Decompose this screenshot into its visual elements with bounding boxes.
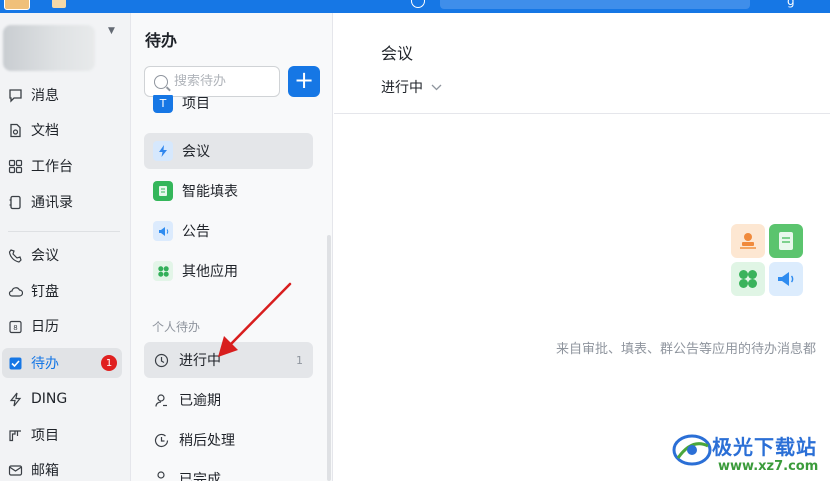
phone-icon (7, 247, 23, 263)
nav-label-ding: DING (31, 391, 68, 407)
person-icon (153, 392, 169, 408)
nav-label-todo: 待办 (31, 356, 59, 372)
nav-label-drive: 钉盘 (31, 284, 59, 300)
calendar-icon: 8 (7, 318, 23, 334)
nav-label-workbench: 工作台 (31, 159, 73, 175)
approval-stamp-icon (731, 224, 765, 258)
category-label-projects: 项目 (182, 96, 210, 112)
nav-item-calendar[interactable]: 8 日历 (0, 311, 122, 341)
profile-caret-icon[interactable]: ▼ (108, 26, 115, 36)
nav-label-contacts: 通讯录 (31, 195, 73, 211)
nav-item-workbench[interactable]: 工作台 (0, 151, 122, 181)
megaphone-icon (769, 262, 803, 296)
main-content: 会议 进行中 来自审批、填表、群公告等应用的待办消息都 (334, 13, 830, 481)
nav-divider (8, 231, 120, 232)
person-done-icon (153, 469, 169, 481)
nav-item-meetings[interactable]: 会议 (0, 240, 122, 270)
status-overdue[interactable]: 已逾期 (144, 382, 313, 418)
nav-item-drive[interactable]: 钉盘 (0, 276, 122, 306)
form-app-icon (153, 181, 173, 201)
category-smart-forms[interactable]: 智能填表 (144, 173, 313, 209)
empty-state-text: 来自审批、填表、群公告等应用的待办消息都 (556, 342, 817, 357)
app-logo (4, 0, 30, 10)
document-icon (7, 122, 23, 138)
contacts-icon (7, 194, 23, 210)
checkbox-icon (7, 355, 23, 371)
apps-grid-icon (731, 262, 765, 296)
status-completed[interactable]: 已完成 (144, 462, 313, 481)
form-icon (769, 224, 803, 258)
title-bar: g (0, 0, 830, 13)
nav-item-todo[interactable]: 待办 1 (2, 348, 122, 378)
nav-label-projects: 项目 (31, 428, 59, 444)
nav-label-mail: 邮箱 (31, 463, 59, 479)
chevron-down-icon (431, 80, 442, 94)
svg-text:8: 8 (13, 324, 17, 332)
cloud-icon (7, 283, 23, 299)
nav-item-contacts[interactable]: 通讯录 (0, 187, 122, 217)
empty-state-illustration (731, 224, 805, 298)
status-filter-dropdown[interactable]: 进行中 (381, 77, 442, 97)
other-apps-icon (153, 261, 173, 281)
app-logo-secondary (52, 0, 66, 8)
left-navigation: ▼ 消息 文档 工作台 通讯录 会议 钉盘 8 日历 待办 1 DING 项目 … (0, 13, 131, 481)
todo-search-input[interactable] (174, 74, 274, 89)
category-label-meetings: 会议 (182, 144, 210, 160)
global-search-bar[interactable] (440, 0, 750, 9)
filter-label: 进行中 (381, 80, 423, 96)
clock-later-icon (153, 432, 169, 448)
nav-item-messages[interactable]: 消息 (0, 80, 122, 110)
status-label-overdue: 已逾期 (179, 393, 221, 409)
message-icon (7, 87, 23, 103)
unread-badge: 1 (101, 355, 117, 371)
nav-label-calendar: 日历 (31, 319, 59, 335)
category-announcements[interactable]: 公告 (144, 213, 313, 249)
announcement-app-icon (153, 221, 173, 241)
status-label-later: 稍后处理 (179, 433, 235, 449)
watermark-text: 极光下载站 (712, 435, 817, 459)
nav-label-meetings: 会议 (31, 248, 59, 264)
lightning-icon (7, 391, 23, 407)
project-app-icon: T (153, 95, 173, 113)
nav-label-messages: 消息 (31, 88, 59, 104)
nav-item-docs[interactable]: 文档 (0, 115, 122, 145)
content-divider (334, 113, 830, 114)
status-label-completed: 已完成 (179, 472, 221, 481)
status-later[interactable]: 稍后处理 (144, 422, 313, 458)
annotation-arrow (218, 282, 292, 357)
search-icon (154, 74, 168, 89)
nav-label-docs: 文档 (31, 123, 59, 139)
panel-title: 待办 (145, 31, 178, 50)
window-control-icon[interactable]: g (787, 0, 795, 8)
add-todo-button[interactable]: + (288, 66, 320, 97)
clock-icon (153, 352, 169, 368)
panel-scrollbar[interactable] (327, 235, 331, 481)
mail-icon (7, 462, 23, 478)
user-profile-blurred[interactable] (3, 25, 95, 71)
category-label-announcements: 公告 (182, 224, 210, 240)
category-meetings[interactable]: 会议 (144, 133, 313, 169)
project-icon (7, 427, 23, 443)
meeting-app-icon (153, 141, 173, 161)
section-label-personal: 个人待办 (152, 320, 201, 334)
category-label-smart-forms: 智能填表 (182, 184, 238, 200)
nav-item-ding[interactable]: DING (0, 384, 122, 414)
watermark-url: www.xz7.com (718, 459, 819, 474)
nav-item-projects[interactable]: 项目 (0, 420, 122, 450)
category-projects[interactable]: T 项目 (144, 95, 313, 125)
help-icon[interactable] (411, 0, 425, 8)
workbench-icon (7, 158, 23, 174)
nav-item-mail[interactable]: 邮箱 (0, 455, 122, 481)
todo-search-box[interactable] (144, 66, 280, 97)
todo-panel: 待办 + T 项目 会议 智能填表 公告 其他应用 个人待办 (131, 13, 333, 481)
content-title: 会议 (381, 44, 414, 63)
